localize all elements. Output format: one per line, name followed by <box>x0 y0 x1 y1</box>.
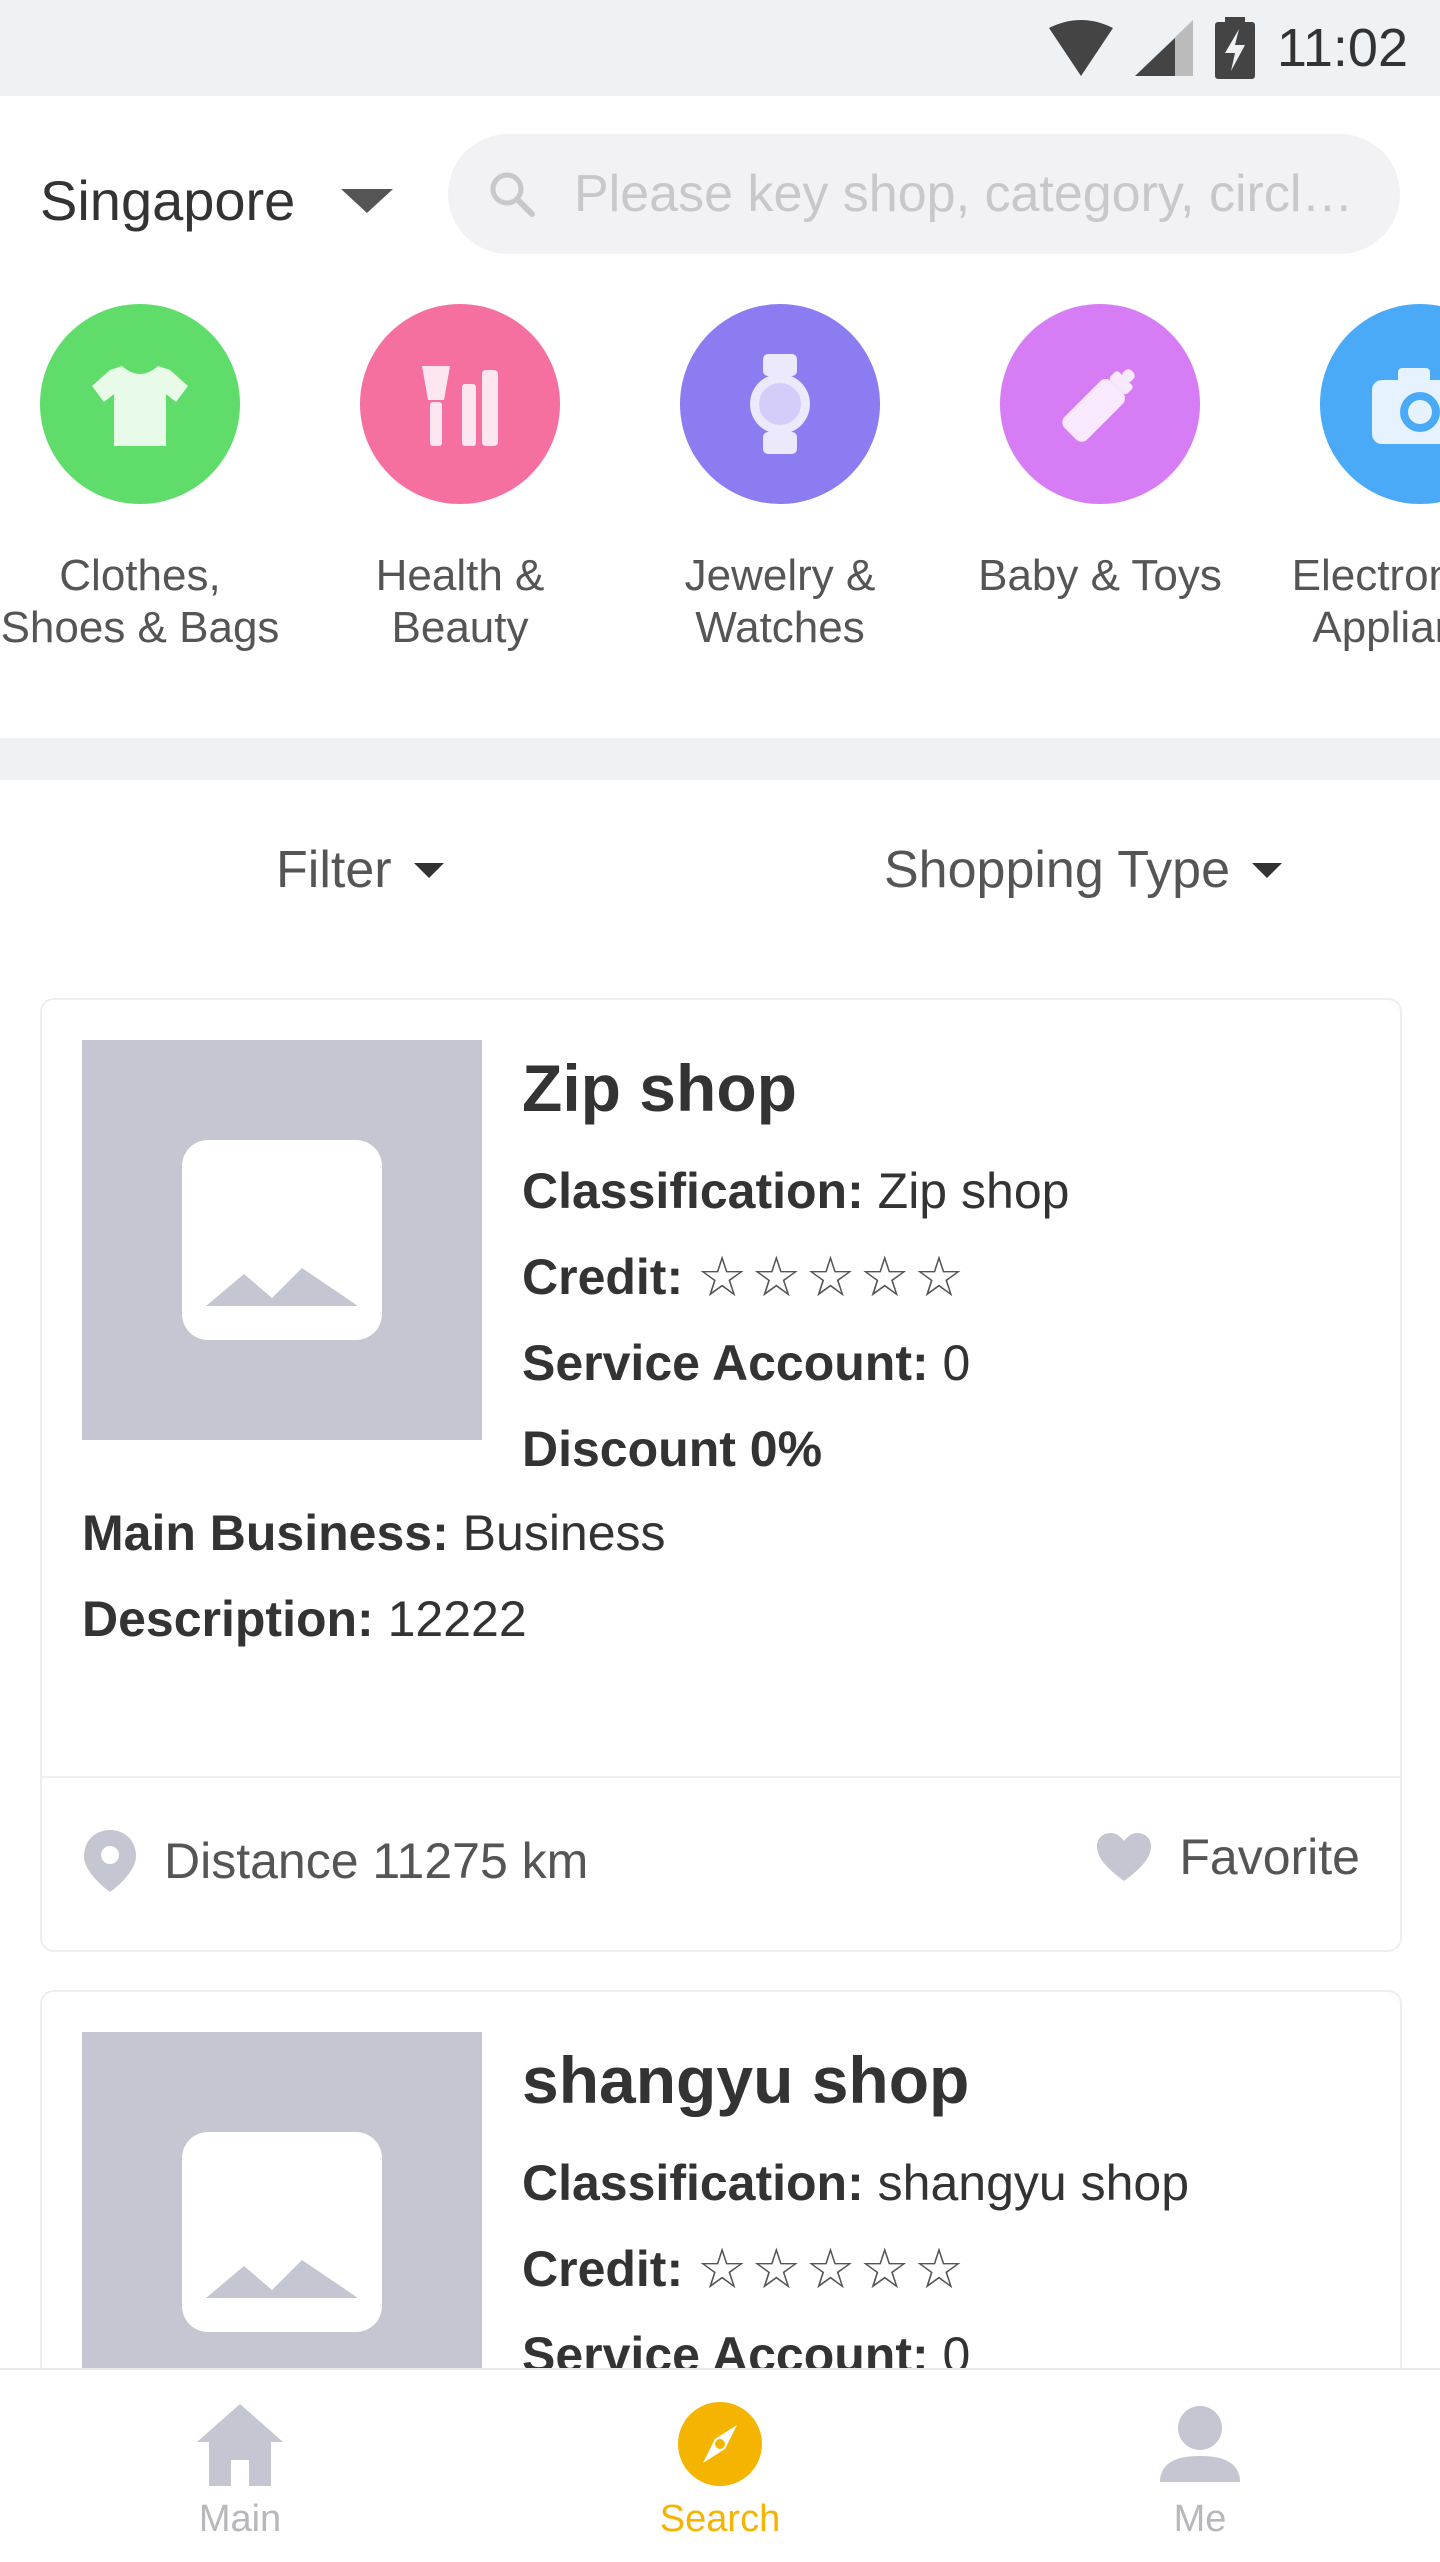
category-circle <box>40 304 240 504</box>
distance-info: Distance 11275 km <box>82 1828 588 1894</box>
service-account-value: 0 <box>942 1335 971 1391</box>
section-divider <box>0 738 1440 780</box>
service-account-label: Service Account: <box>522 1335 929 1391</box>
search-bar[interactable] <box>448 134 1400 254</box>
category-circle <box>1000 304 1200 504</box>
cosmetics-icon <box>422 366 498 446</box>
category-circle <box>1320 304 1440 504</box>
chevron-down-icon <box>341 188 394 213</box>
caret-down-icon <box>413 862 444 878</box>
shop-info: Zip shop Classification: Zip shop Credit… <box>522 1050 1069 1492</box>
caret-down-icon <box>1252 862 1282 878</box>
battery-charging-icon <box>1214 17 1255 79</box>
category-label: Health & Beauty <box>375 551 545 652</box>
filter-dropdown[interactable]: Filter <box>276 840 444 900</box>
shopping-type-label: Shopping Type <box>884 841 1230 899</box>
category-label: Baby & Toys <box>978 551 1222 600</box>
category-clothes[interactable]: Clothes, Shoes & Bags <box>0 300 300 654</box>
camera-icon <box>1372 368 1440 444</box>
shop-info: shangyu shop Classification: shangyu sho… <box>522 2042 1189 2398</box>
status-bar: 11:02 <box>0 0 1440 96</box>
nav-search-label: Search <box>659 2498 781 2540</box>
distance-text: Distance 11275 km <box>164 1833 589 1889</box>
nav-main-label: Main <box>198 2498 282 2540</box>
nav-me-label: Me <box>1173 2498 1227 2540</box>
category-circle <box>360 304 560 504</box>
category-circle <box>680 304 880 504</box>
wifi-icon <box>1048 20 1113 76</box>
main-business-value: Business <box>462 1505 666 1561</box>
category-label: Jewelry & Watches <box>684 551 876 652</box>
watch-icon <box>750 354 810 454</box>
classification-value: Zip shop <box>877 1163 1070 1219</box>
status-time: 11:02 <box>1276 18 1408 78</box>
credit-label: Credit: <box>522 2241 684 2297</box>
description-label: Description: <box>82 1591 374 1647</box>
shop-details: Main Business: Business Description: 122… <box>82 1490 666 1662</box>
shop-card-footer: Distance 11275 km Favorite <box>42 1776 1400 1950</box>
heart-icon <box>1097 1833 1152 1881</box>
filter-label: Filter <box>276 841 392 899</box>
classification-label: Classification: <box>522 2155 864 2211</box>
bottom-nav: Main Search Me <box>0 2368 1440 2562</box>
cellular-signal-icon <box>1134 20 1193 76</box>
shop-card[interactable]: Zip shop Classification: Zip shop Credit… <box>40 998 1402 1952</box>
description-value: 12222 <box>387 1591 527 1647</box>
classification-row: Classification: shangyu shop <box>522 2140 1189 2226</box>
user-icon <box>1050 2394 1350 2494</box>
search-icon <box>490 172 535 217</box>
credit-row: Credit: ☆☆☆☆☆ <box>522 1234 1069 1320</box>
category-label: Electronics & Appliances <box>1291 551 1440 652</box>
location-label: Singapore <box>40 169 296 232</box>
header: Singapore <box>0 96 1440 306</box>
credit-stars: ☆☆☆☆☆ <box>697 2237 969 2300</box>
nav-me[interactable]: Me <box>1050 2394 1350 2541</box>
classification-value: shangyu shop <box>877 2155 1190 2211</box>
discount-label: Discount 0% <box>522 1421 823 1477</box>
filter-bar: Filter Shopping Type <box>0 780 1440 980</box>
category-electronics[interactable]: Electronics & Appliances <box>1260 300 1440 654</box>
location-pin-icon <box>84 1830 136 1892</box>
main-business-label: Main Business: <box>82 1505 449 1561</box>
credit-label: Credit: <box>522 1249 684 1305</box>
category-baby-toys[interactable]: Baby & Toys <box>940 300 1260 602</box>
nav-search[interactable]: Search <box>570 2394 870 2541</box>
search-input[interactable] <box>572 163 1356 225</box>
compass-icon <box>570 2394 870 2494</box>
main-business-row: Main Business: Business <box>82 1490 666 1576</box>
image-placeholder-icon <box>182 2132 382 2332</box>
classification-row: Classification: Zip shop <box>522 1148 1069 1234</box>
shop-name[interactable]: Zip shop <box>522 1050 1069 1126</box>
shopping-type-dropdown[interactable]: Shopping Type <box>884 840 1282 900</box>
description-row: Description: 12222 <box>82 1576 666 1662</box>
category-row: Clothes, Shoes & Bags Health & Beauty Je… <box>0 300 1440 740</box>
shop-thumbnail <box>82 1040 482 1440</box>
location-selector[interactable]: Singapore <box>40 168 394 233</box>
classification-label: Classification: <box>522 1163 864 1219</box>
home-icon <box>90 2394 390 2494</box>
discount-row: Discount 0% <box>522 1406 1069 1492</box>
service-account-row: Service Account: 0 <box>522 1320 1069 1406</box>
category-label: Clothes, Shoes & Bags <box>0 551 280 652</box>
status-icons: 11:02 <box>1048 16 1408 80</box>
category-jewelry-watches[interactable]: Jewelry & Watches <box>620 300 940 654</box>
favorite-label: Favorite <box>1179 1829 1360 1885</box>
baby-bottle-icon <box>1062 369 1135 442</box>
credit-stars: ☆☆☆☆☆ <box>697 1245 969 1308</box>
category-health-beauty[interactable]: Health & Beauty <box>300 300 620 654</box>
tshirt-icon <box>92 366 188 446</box>
nav-main[interactable]: Main <box>90 2394 390 2541</box>
shop-name[interactable]: shangyu shop <box>522 2042 1189 2118</box>
image-placeholder-icon <box>182 1140 382 1340</box>
favorite-button[interactable]: Favorite <box>1095 1828 1360 1886</box>
credit-row: Credit: ☆☆☆☆☆ <box>522 2226 1189 2312</box>
